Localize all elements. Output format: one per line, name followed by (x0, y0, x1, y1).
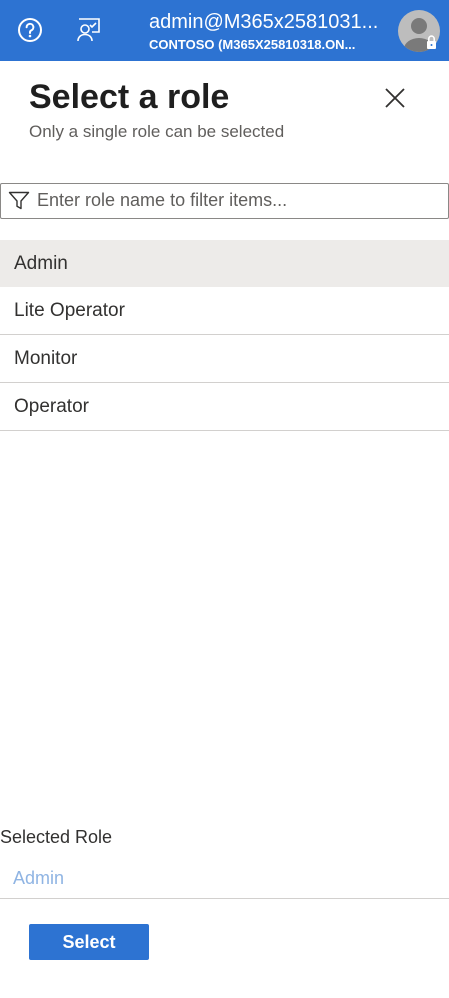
role-item-lite-operator[interactable]: Lite Operator (0, 287, 449, 335)
tenant-name[interactable]: CONTOSO (M365X25810318.ON... (149, 37, 389, 53)
feedback-icon[interactable] (76, 17, 102, 43)
role-filter-input[interactable] (37, 188, 437, 212)
top-bar: admin@M365x2581031... CONTOSO (M365X2581… (0, 0, 449, 61)
role-filter-box[interactable] (0, 183, 449, 219)
user-avatar-icon[interactable] (397, 9, 441, 53)
select-button[interactable]: Select (29, 924, 149, 960)
selected-role-label: Selected Role (0, 827, 113, 847)
help-icon[interactable] (17, 17, 43, 43)
role-item-operator[interactable]: Operator (0, 383, 449, 431)
filter-icon (8, 191, 30, 210)
panel-title: Select a role (29, 78, 230, 116)
role-item-admin[interactable]: Admin (0, 240, 449, 287)
selected-role-value: Admin (13, 868, 65, 888)
panel-subtitle: Only a single role can be selected (29, 122, 285, 141)
role-item-monitor[interactable]: Monitor (0, 335, 449, 383)
divider (0, 898, 449, 899)
close-icon[interactable] (382, 85, 408, 111)
account-name[interactable]: admin@M365x2581031... (149, 10, 389, 34)
role-list: Admin Lite Operator Monitor Operator (0, 240, 449, 431)
